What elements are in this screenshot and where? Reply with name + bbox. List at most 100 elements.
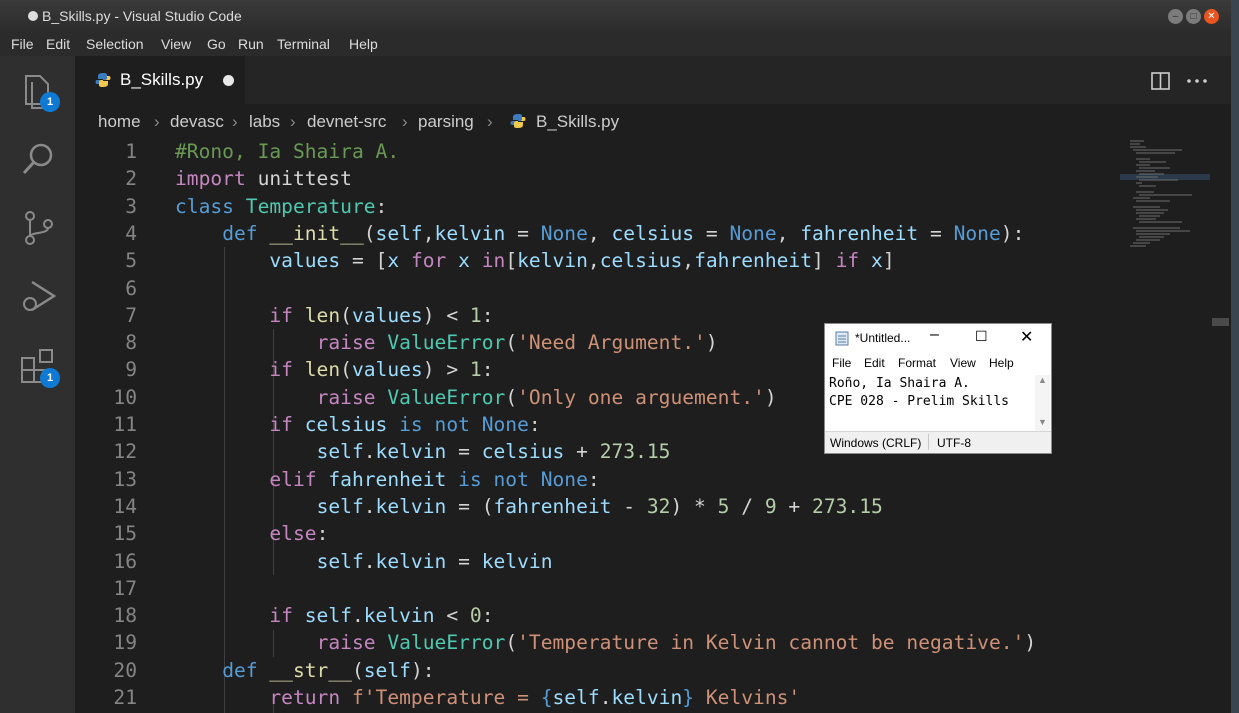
line-ending-status: Windows (CRLF) xyxy=(830,436,922,450)
notepad-window[interactable]: *Untitled... – ☐ ✕ File Edit Format View… xyxy=(824,323,1052,454)
minimize-button[interactable]: – xyxy=(1168,9,1183,24)
chevron-right-icon: › xyxy=(232,112,238,131)
encoding-status: UTF-8 xyxy=(937,436,971,450)
line-number: 1 xyxy=(125,140,137,163)
code-line[interactable]: if self.kelvin < 0: xyxy=(175,604,493,627)
title-bar: B_Skills.py - Visual Studio Code – □ ✕ xyxy=(0,0,1239,32)
line-number: 17 xyxy=(113,576,137,600)
code-line[interactable]: if len(values) > 1: xyxy=(175,358,493,381)
activity-bar: 1 1 xyxy=(0,56,75,713)
line-number: 14 xyxy=(113,494,137,518)
code-line[interactable]: self.kelvin = celsius + 273.15 xyxy=(175,440,671,463)
line-number: 10 xyxy=(113,385,137,409)
minimap[interactable] xyxy=(1120,138,1210,713)
notepad-minimize-button[interactable]: – xyxy=(930,326,939,344)
split-editor-icon[interactable] xyxy=(1150,70,1172,92)
code-line[interactable]: class Temperature: xyxy=(175,195,387,218)
line-number: 21 xyxy=(113,686,137,709)
scroll-down-icon[interactable]: ▼ xyxy=(1038,417,1047,427)
notepad-menu-file[interactable]: File xyxy=(832,356,851,370)
line-number: 8 xyxy=(125,331,137,355)
code-line[interactable]: return f'Temperature = {self.kelvin} Kel… xyxy=(175,686,800,709)
close-button[interactable]: ✕ xyxy=(1204,9,1219,24)
code-line[interactable]: elif fahrenheit is not None: xyxy=(175,468,599,491)
code-line[interactable]: if celsius is not None: xyxy=(175,413,540,436)
line-number: 4 xyxy=(125,221,137,245)
window-title: B_Skills.py - Visual Studio Code xyxy=(42,8,242,24)
menu-view[interactable]: View xyxy=(161,36,191,52)
code-line[interactable]: if len(values) < 1: xyxy=(175,304,493,327)
code-line[interactable]: self.kelvin = (fahrenheit - 32) * 5 / 9 … xyxy=(175,495,883,518)
line-number: 5 xyxy=(125,249,137,273)
notepad-menu-edit[interactable]: Edit xyxy=(864,356,885,370)
python-file-icon xyxy=(510,114,526,128)
menu-go[interactable]: Go xyxy=(207,36,226,52)
scrollbar-thumb[interactable] xyxy=(1212,318,1229,326)
menu-terminal[interactable]: Terminal xyxy=(277,36,330,52)
notepad-scrollbar[interactable]: ▲ ▼ xyxy=(1035,375,1050,431)
line-number: 18 xyxy=(113,604,137,628)
code-line[interactable]: self.kelvin = kelvin xyxy=(175,550,553,573)
menu-selection[interactable]: Selection xyxy=(86,36,144,52)
notepad-menu-view[interactable]: View xyxy=(950,356,976,370)
notepad-status-bar: Windows (CRLF) UTF-8 xyxy=(825,431,1051,453)
notepad-menu-help[interactable]: Help xyxy=(989,356,1014,370)
notepad-menu-format[interactable]: Format xyxy=(898,356,936,370)
status-divider xyxy=(928,434,929,450)
menu-file[interactable]: File xyxy=(11,36,34,52)
line-number: 15 xyxy=(113,522,137,546)
vertical-scrollbar[interactable] xyxy=(1210,138,1231,713)
code-line[interactable]: import unittest xyxy=(175,167,352,190)
source-control-button[interactable] xyxy=(18,208,58,248)
line-number: 16 xyxy=(113,549,137,573)
chevron-right-icon: › xyxy=(487,112,493,131)
chevron-right-icon: › xyxy=(402,112,408,131)
explorer-badge: 1 xyxy=(40,92,60,112)
extensions-button[interactable]: 1 xyxy=(18,346,60,388)
menu-edit[interactable]: Edit xyxy=(46,36,70,52)
search-button[interactable] xyxy=(18,140,58,180)
line-number: 13 xyxy=(113,467,137,491)
line-number: 11 xyxy=(113,413,137,436)
search-icon xyxy=(22,143,53,175)
chevron-right-icon: › xyxy=(290,112,296,131)
code-line[interactable]: def __str__(self): xyxy=(175,659,434,682)
line-number: 12 xyxy=(113,440,137,464)
line-number: 2 xyxy=(125,167,137,191)
notepad-maximize-button[interactable]: ☐ xyxy=(975,328,988,345)
line-number: 9 xyxy=(125,358,137,382)
code-line[interactable]: raise ValueError('Need Argument.') xyxy=(175,331,718,354)
code-line[interactable]: raise ValueError('Only one arguement.') xyxy=(175,386,777,409)
python-file-icon xyxy=(95,73,111,87)
code-line[interactable]: #Rono, Ia Shaira A. xyxy=(175,140,399,163)
more-actions-icon[interactable] xyxy=(1185,70,1209,92)
notepad-text-area[interactable]: Roño, Ia Shaira A. CPE 028 - Prelim Skil… xyxy=(829,375,1034,430)
run-debug-button[interactable] xyxy=(18,276,58,316)
menu-run[interactable]: Run xyxy=(238,36,264,52)
run-debug-icon xyxy=(23,280,57,312)
notepad-title: *Untitled... xyxy=(855,331,911,345)
breadcrumb-file[interactable]: B_Skills.py xyxy=(536,112,619,132)
tab-b-skills[interactable]: B_Skills.py xyxy=(75,56,245,104)
tab-label: B_Skills.py xyxy=(120,70,204,89)
scroll-up-icon[interactable]: ▲ xyxy=(1038,375,1047,385)
line-number: 20 xyxy=(113,658,137,682)
unsaved-indicator-icon[interactable] xyxy=(223,75,234,86)
breadcrumb-devasc[interactable]: devasc xyxy=(170,112,224,132)
menu-bar: File Edit Selection View Go Run Terminal… xyxy=(0,32,1239,56)
code-line[interactable]: def __init__(self,kelvin = None, celsius… xyxy=(175,222,1024,245)
breadcrumb-devnet-src[interactable]: devnet-src xyxy=(307,112,386,132)
code-line[interactable]: else: xyxy=(175,522,328,545)
breadcrumb: home › devasc › labs › devnet-src › pars… xyxy=(75,104,1231,138)
breadcrumb-home[interactable]: home xyxy=(98,112,141,132)
explorer-button[interactable]: 1 xyxy=(18,72,60,112)
breadcrumb-parsing[interactable]: parsing xyxy=(418,112,474,132)
chevron-right-icon: › xyxy=(154,112,160,131)
code-line[interactable]: raise ValueError('Temperature in Kelvin … xyxy=(175,631,1037,654)
notepad-close-button[interactable]: ✕ xyxy=(1020,327,1033,347)
breadcrumb-labs[interactable]: labs xyxy=(249,112,280,132)
background-desktop-strip xyxy=(1231,0,1239,713)
code-line[interactable]: values = [x for x in[kelvin,celsius,fahr… xyxy=(175,249,894,272)
menu-help[interactable]: Help xyxy=(349,36,378,52)
maximize-button[interactable]: □ xyxy=(1186,9,1201,24)
